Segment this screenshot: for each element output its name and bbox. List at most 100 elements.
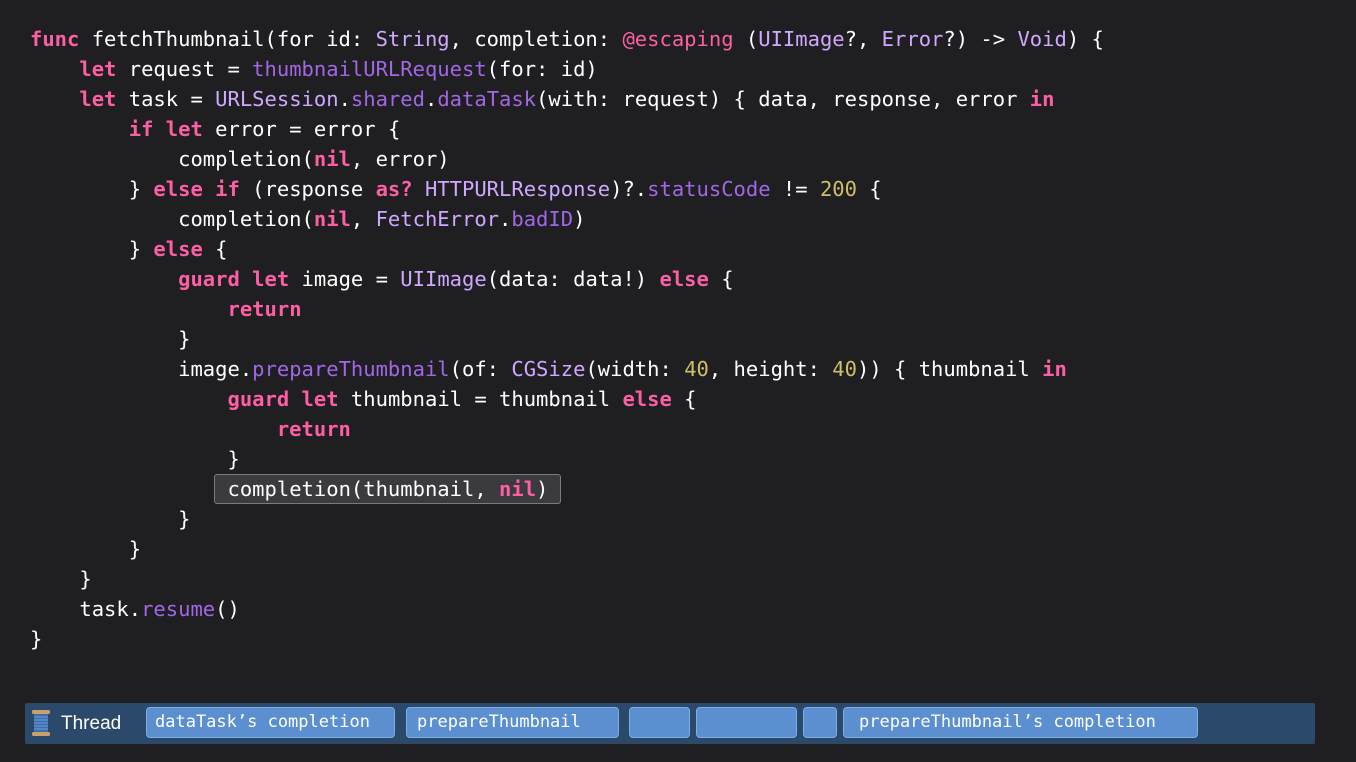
code-token: (data: data!) xyxy=(486,267,660,291)
code-token: { xyxy=(202,237,228,261)
code-line: guard let image = UIImage(data: data!) e… xyxy=(30,264,1320,294)
code-token: resume xyxy=(141,597,216,621)
code-token: else xyxy=(153,177,203,201)
code-token: HTTPURLResponse xyxy=(424,177,611,201)
code-line: return xyxy=(30,414,1320,444)
segment-preparethumbnail-completion[interactable]: prepareThumbnail’s completion xyxy=(843,707,1198,738)
code-token: let xyxy=(301,387,339,411)
code-token: } xyxy=(30,237,154,261)
code-token: ) xyxy=(536,477,549,501)
code-token: UIImage xyxy=(400,267,487,291)
code-token: completion(thumbnail, xyxy=(227,477,500,501)
code-line: } xyxy=(30,324,1320,354)
code-line: completion(thumbnail, nil) xyxy=(30,474,1320,504)
code-token: let xyxy=(79,87,117,111)
code-token: { xyxy=(671,387,697,411)
thread-label: Thread xyxy=(61,713,122,734)
code-token: 40 xyxy=(684,357,709,381)
code-token: as? xyxy=(375,177,413,201)
code-token: . xyxy=(338,87,351,111)
segment-datatask-completion[interactable]: dataTask’s completion xyxy=(146,707,395,738)
code-line: task.resume() xyxy=(30,594,1320,624)
code-token: guard xyxy=(227,387,290,411)
code-token: (with: request) { data, response, error xyxy=(536,87,1030,111)
code-line: completion(nil, error) xyxy=(30,144,1320,174)
code-token: . xyxy=(499,207,512,231)
code-line: guard let thumbnail = thumbnail else { xyxy=(30,384,1320,414)
code-line: completion(nil, FetchError.badID) xyxy=(30,204,1320,234)
code-token: } xyxy=(30,627,43,651)
code-line: func fetchThumbnail(for id: String, comp… xyxy=(30,24,1320,54)
code-editor[interactable]: func fetchThumbnail(for id: String, comp… xyxy=(30,24,1320,654)
code-token: } xyxy=(30,537,142,561)
code-token: { xyxy=(856,177,882,201)
code-token: FetchError xyxy=(375,207,500,231)
code-token: 40 xyxy=(832,357,857,381)
code-token: URLSession xyxy=(215,87,339,111)
code-token: let xyxy=(252,267,290,291)
segment-empty-2[interactable] xyxy=(696,707,797,738)
code-token: , xyxy=(350,207,376,231)
code-token: Error xyxy=(881,27,944,51)
code-token: nil xyxy=(313,147,351,171)
code-token: let xyxy=(165,117,203,141)
code-token: } xyxy=(30,507,191,531)
code-token: } xyxy=(30,447,240,471)
code-token: )?. xyxy=(610,177,648,201)
code-token: )) { thumbnail xyxy=(856,357,1043,381)
code-token: else xyxy=(622,387,672,411)
code-token: return xyxy=(276,417,351,441)
code-line: let task = URLSession.shared.dataTask(wi… xyxy=(30,84,1320,114)
code-token: thumbnail = thumbnail xyxy=(338,387,623,411)
segment-empty-3[interactable] xyxy=(803,707,837,738)
code-token: shared xyxy=(350,87,425,111)
code-token: request = xyxy=(116,57,253,81)
code-token: (width: xyxy=(585,357,685,381)
code-token: { xyxy=(708,267,734,291)
segment-preparethumbnail[interactable]: prepareThumbnail xyxy=(406,707,619,738)
code-token: ) xyxy=(573,207,586,231)
code-token: in xyxy=(1042,357,1067,381)
spool-of-thread-icon xyxy=(32,710,50,736)
code-token: prepareThumbnail xyxy=(252,357,450,381)
thread-timeline-bar: Thread dataTask’s completion prepareThum… xyxy=(25,703,1315,744)
code-line: image.prepareThumbnail(of: CGSize(width:… xyxy=(30,354,1320,384)
code-token: if xyxy=(215,177,240,201)
code-token: (of: xyxy=(449,357,512,381)
code-token: @escaping xyxy=(622,27,734,51)
code-token: return xyxy=(227,297,302,321)
code-token: () xyxy=(215,597,240,621)
code-token: statusCode xyxy=(647,177,771,201)
code-token: ) { xyxy=(1066,27,1104,51)
code-token: 200 xyxy=(819,177,857,201)
code-token: nil xyxy=(499,477,537,501)
code-token: func xyxy=(30,27,80,51)
segment-empty-1[interactable] xyxy=(629,707,690,738)
code-token: } xyxy=(30,327,191,351)
code-line: } xyxy=(30,534,1320,564)
code-token: ( xyxy=(733,27,759,51)
code-token: thumbnailURLRequest xyxy=(252,57,487,81)
code-token: Void xyxy=(1017,27,1067,51)
code-token: task = xyxy=(116,87,216,111)
code-token: , completion: xyxy=(449,27,623,51)
code-token: , error) xyxy=(350,147,450,171)
code-token: error = error { xyxy=(202,117,401,141)
code-token: image = xyxy=(289,267,401,291)
code-token: if xyxy=(128,117,154,141)
code-token: else xyxy=(153,237,203,261)
code-token: (response xyxy=(239,177,376,201)
code-token: String xyxy=(375,27,450,51)
code-token: } xyxy=(30,177,154,201)
